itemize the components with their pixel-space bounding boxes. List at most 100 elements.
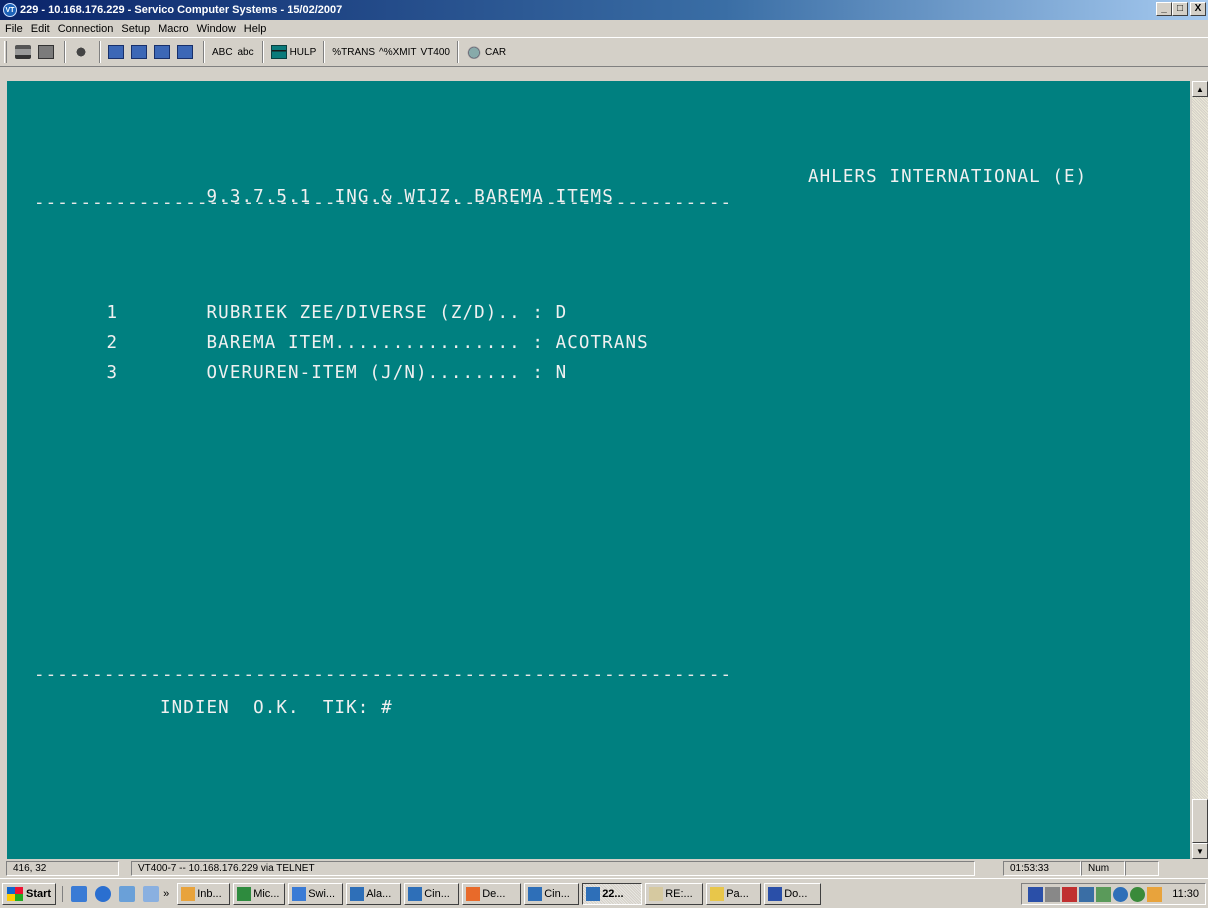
close-button[interactable]: X	[1190, 2, 1206, 16]
toolbar-separator	[323, 41, 326, 63]
vt400-button[interactable]: VT400	[419, 41, 452, 63]
start-button[interactable]: Start	[2, 882, 57, 905]
internet-explorer-icon[interactable]	[95, 885, 112, 902]
print-screen-button[interactable]	[36, 41, 59, 63]
plug-icon	[73, 45, 89, 59]
taskbar-item-de[interactable]: De...	[462, 882, 522, 905]
session-time: 01:53:33	[1003, 861, 1081, 876]
browser-icon	[292, 886, 307, 901]
macro-icon	[131, 45, 147, 59]
cursor-position: 416, 32	[6, 861, 119, 876]
show-desktop-icon[interactable]	[71, 885, 88, 902]
maximize-button[interactable]: □	[1172, 2, 1188, 16]
xmit-button[interactable]: ^%XMIT	[377, 41, 418, 63]
task-label: Mic...	[253, 887, 280, 900]
taskbar-item-vt-active[interactable]: 22...	[582, 882, 643, 905]
menu-setup[interactable]: Setup	[118, 23, 155, 35]
search-icon[interactable]	[143, 885, 160, 902]
terminal-screen[interactable]: 9.3.7.5.1 ING.& WIJZ. BAREMA ITEMS AHLER…	[7, 81, 1190, 859]
vt-app-icon[interactable]: VT	[3, 3, 17, 17]
macro-button-3[interactable]	[152, 41, 175, 63]
tray-icon-3[interactable]	[1062, 886, 1078, 902]
taskbar-item-outlook[interactable]: Inb...	[177, 882, 231, 905]
car-icon	[466, 45, 482, 59]
tray-icon-7[interactable]	[1130, 886, 1146, 902]
tray-icon-6[interactable]	[1113, 886, 1129, 902]
scroll-thumb[interactable]	[1192, 799, 1208, 843]
print-button[interactable]	[13, 41, 36, 63]
car-label: CAR	[485, 46, 507, 58]
menu-window[interactable]: Window	[194, 23, 241, 35]
hulp-button[interactable]: HULP	[269, 41, 319, 63]
field-row-3-content[interactable]: OVERUREN-ITEM (J/N)........ : N	[160, 343, 567, 403]
task-label: Swi...	[308, 887, 336, 900]
taskbar-item-vt-cin-2[interactable]: Cin...	[524, 882, 580, 905]
toolbar-separator	[203, 41, 205, 63]
task-label: Pa...	[726, 887, 749, 900]
taskbar-item-vt-ala[interactable]: Ala...	[346, 882, 402, 905]
macro-icon	[154, 45, 170, 59]
tray-icon-5[interactable]	[1096, 886, 1112, 902]
volume-icon[interactable]	[1045, 886, 1061, 902]
title-bar: VT 229 - 10.168.176.229 - Servico Comput…	[0, 0, 1208, 20]
taskbar-item-vt-cin[interactable]: Cin...	[404, 882, 460, 905]
connect-button[interactable]	[71, 41, 94, 63]
field-colon: :	[532, 363, 544, 383]
hulp-label: HULP	[289, 46, 317, 58]
company-name: AHLERS INTERNATIONAL (E)	[808, 167, 1088, 187]
task-label: Cin...	[544, 887, 570, 900]
vertical-scrollbar[interactable]: ▲ ▼	[1192, 81, 1208, 859]
vt-icon	[528, 886, 543, 901]
taskbar-item-browser[interactable]: Swi...	[288, 882, 344, 905]
task-label: 22...	[602, 887, 624, 900]
task-label: Do...	[784, 887, 808, 900]
task-label: De...	[482, 887, 506, 900]
connection-status: VT400-7 -- 10.168.176.229 via TELNET	[131, 861, 975, 876]
lowercase-button[interactable]: abc	[235, 41, 257, 63]
field-label: OVERUREN-ITEM (J/N)........	[206, 363, 521, 383]
window-controls: _ □ X	[1156, 2, 1206, 16]
macro-button-4[interactable]	[175, 41, 198, 63]
window-title: 229 - 10.168.176.229 - Servico Computer …	[20, 4, 343, 16]
macro-button-1[interactable]	[106, 41, 129, 63]
tray-icon-8[interactable]	[1147, 886, 1163, 902]
vt-icon	[408, 886, 423, 901]
taskbar-item-word[interactable]: Do...	[764, 882, 822, 905]
network-icon[interactable]	[119, 885, 136, 902]
field-value-overuren[interactable]: N	[556, 363, 568, 383]
tray-icon-1[interactable]	[1028, 886, 1044, 902]
taskbar-item-reply[interactable]: RE:...	[645, 882, 704, 905]
taskbar-item-folder[interactable]: Pa...	[706, 882, 762, 905]
menu-connection[interactable]: Connection	[55, 23, 119, 35]
taskbar-clock[interactable]: 11:30	[1172, 888, 1199, 900]
quick-launch-more[interactable]: »	[163, 888, 169, 900]
scroll-down-button[interactable]: ▼	[1192, 843, 1208, 859]
tray-icon-4[interactable]	[1079, 886, 1095, 902]
field-value-barema-item[interactable]: ACOTRANS	[556, 333, 649, 353]
confirm-prompt[interactable]: INDIEN O.K. TIK: #	[160, 698, 393, 718]
menu-help[interactable]: Help	[241, 23, 272, 35]
scroll-up-button[interactable]: ▲	[1192, 81, 1208, 97]
trans-button[interactable]: %TRANS	[330, 41, 377, 63]
app-icon	[466, 886, 481, 901]
taskbar-item-excel[interactable]: Mic...	[233, 882, 286, 905]
help-screen-icon	[270, 45, 287, 59]
task-label: RE:...	[665, 887, 693, 900]
car-button[interactable]: CAR	[464, 41, 508, 63]
status-bar: 416, 32 VT400-7 -- 10.168.176.229 via TE…	[0, 860, 1208, 877]
system-tray: 11:30	[1021, 883, 1206, 905]
toolbar-separator	[64, 41, 66, 63]
menu-macro[interactable]: Macro	[155, 23, 194, 35]
menu-edit[interactable]: Edit	[28, 23, 55, 35]
macro-button-2[interactable]	[129, 41, 152, 63]
status-empty-cell	[1125, 861, 1159, 876]
menu-file[interactable]: File	[2, 23, 28, 35]
excel-icon	[237, 886, 252, 901]
numlock-indicator: Num	[1081, 861, 1125, 876]
quick-launch: »	[62, 885, 169, 902]
minimize-button[interactable]: _	[1156, 2, 1172, 16]
task-label: Inb...	[197, 887, 222, 900]
field-number: 3	[106, 363, 119, 383]
toolbar-grip[interactable]	[4, 41, 7, 63]
uppercase-button[interactable]: ABC	[210, 41, 235, 63]
